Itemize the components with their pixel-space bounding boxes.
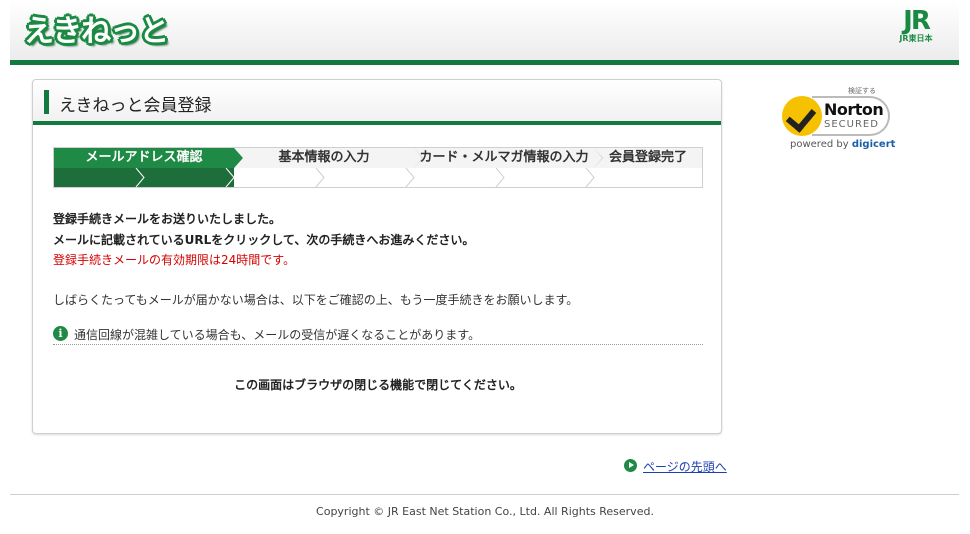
norton-verify-label: 検証する	[848, 87, 876, 95]
copyright: Copyright © JR East Net Station Co., Ltd…	[316, 505, 654, 518]
step-complete: 会員登録完了	[594, 148, 702, 168]
footer-divider	[10, 494, 959, 495]
click-url-message: メールに記載されているURLをクリックして、次の手続きへお進みください。	[53, 233, 475, 247]
digicert-brand: digicert	[851, 139, 896, 150]
sent-message: 登録手続きメールをお送りいたしました。	[53, 212, 282, 226]
step-label: 基本情報の入力	[278, 150, 370, 165]
site-header: えきねっと JR JR東日本	[10, 0, 959, 60]
close-instruction: この画面はブラウザの閉じる機能で閉じてください。	[234, 378, 522, 392]
registration-panel: えきねっと会員登録 メールアドレス確認 基本情報の入力 カード・メルマガ情報の入…	[32, 79, 722, 434]
powered-by-text: powered by	[790, 139, 849, 150]
header-divider	[10, 60, 959, 65]
expiry-notice: 登録手続きメールの有効期限は24時間です。	[53, 253, 296, 267]
ekinet-logo[interactable]: えきねっと	[24, 6, 169, 50]
jr-logo-mark: JR	[903, 6, 931, 36]
step-label: メールアドレス確認	[85, 150, 203, 165]
jr-logo-sub: JR東日本	[899, 34, 933, 43]
info-note-row: i 通信回線が混雑している場合も、メールの受信が遅くなることがあります。	[53, 325, 703, 345]
jr-east-logo: JR JR東日本	[891, 8, 941, 48]
norton-seal[interactable]: 検証する Norton SECURED powered by digicert	[778, 86, 898, 156]
progress-chevrons	[135, 168, 595, 187]
page-top-link[interactable]: ページの先頭へ	[643, 458, 727, 475]
arrow-right-icon	[624, 459, 637, 472]
page-title: えきねっと会員登録	[59, 96, 212, 116]
step-email-confirm: メールアドレス確認	[54, 148, 243, 168]
step-indicator: メールアドレス確認 基本情報の入力 カード・メルマガ情報の入力 会員登録完了	[53, 147, 703, 188]
info-note-text: 通信回線が混雑している場合も、メールの受信が遅くなることがあります。	[74, 328, 481, 342]
step-progress-bar	[54, 168, 702, 187]
step-label: 会員登録完了	[608, 150, 687, 165]
title-accent-bar	[44, 90, 49, 114]
step-basic-info: 基本情報の入力	[234, 148, 423, 168]
info-icon: i	[53, 326, 68, 341]
step-label: カード・メルマガ情報の入力	[419, 150, 589, 165]
retry-notice: しばらくたってもメールが届かない場合は、以下をご確認の上、もう一度手続きをお願い…	[53, 293, 579, 307]
norton-secured: SECURED	[824, 119, 879, 130]
norton-powered-by: powered by digicert	[790, 139, 895, 150]
step-card-mailmag: カード・メルマガ情報の入力	[414, 148, 603, 168]
norton-checkmark-icon	[782, 96, 822, 136]
norton-name: Norton	[824, 100, 884, 119]
panel-header: えきねっと会員登録	[33, 80, 721, 125]
